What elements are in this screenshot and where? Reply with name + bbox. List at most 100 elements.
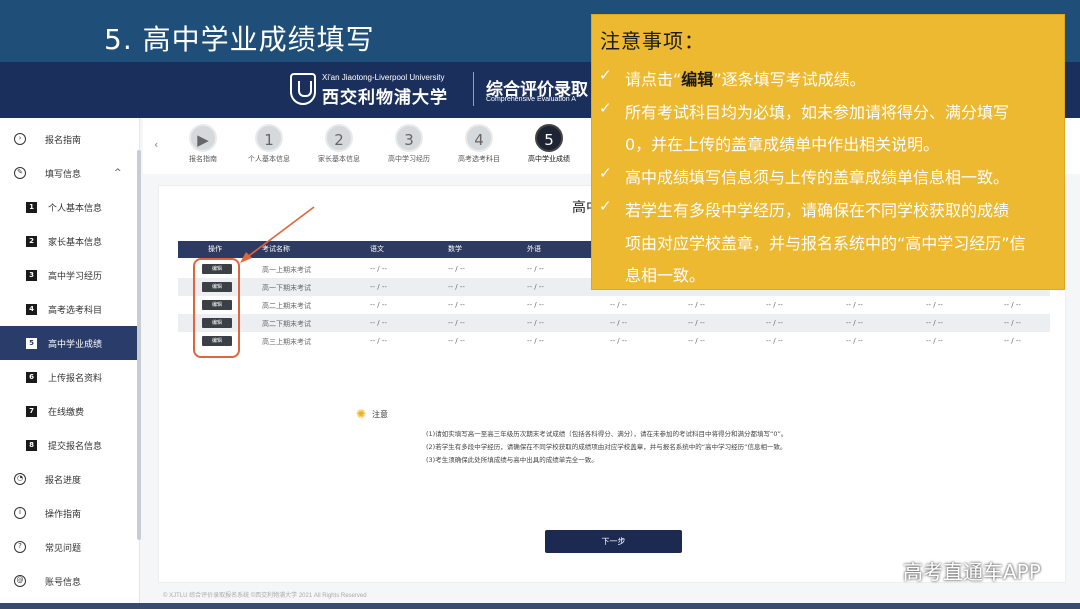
score-cell: -- / -- [527,301,544,309]
column-header-math: 数学 [448,245,462,253]
step-label: 高考选考科目 [458,155,500,163]
column-header-chinese: 语文 [370,245,384,253]
exam-name-cell: 高一下期末考试 [262,284,311,292]
sidebar-item-label: 在线缴费 [48,407,85,418]
check-icon: ✓ [599,164,612,182]
sidebar-item-submit-info[interactable]: 8 提交报名信息 [0,428,140,462]
notice-item-continued: 项由对应学校盖章，并与报名系统中的“高中学习经历”信 [625,234,1026,253]
sidebar-item-fill-info[interactable]: ✎ 填写信息 ^ [0,156,140,190]
score-cell: -- / -- [370,301,387,309]
step-number-badge: 5 [26,337,37,349]
university-logo-icon [290,73,316,105]
score-cell: -- / -- [688,301,705,309]
check-icon: ✓ [599,66,612,84]
step-parent-info[interactable]: 2 家长基本信息 [309,124,369,164]
sidebar-item-account[interactable]: @ 账号信息 [0,564,140,598]
note-line: (2)若学生有多段中学经历，请确保在不同学校获取的成绩项由对应学校盖章，并与报名… [426,443,787,451]
note-line: (3)考生须确保此处所填成绩与高中出具的成绩单完全一致。 [426,456,598,464]
sidebar-item-operation-guide[interactable]: i 操作指南 [0,496,140,530]
account-icon: @ [14,575,26,587]
sidebar-item-upload-materials[interactable]: 6 上传报名资料 [0,360,140,394]
sidebar-item-label: 高考选考科目 [48,305,103,316]
exam-name-cell: 高二下期末考试 [262,320,311,328]
sidebar-item-academic-scores[interactable]: 5 高中学业成绩 [0,326,140,360]
header-divider [473,72,474,106]
sidebar-item-label: 高中学业成绩 [48,339,103,350]
note-title: 注意 [372,410,388,419]
score-cell: -- / -- [926,301,943,309]
annotation-arrow-icon [240,206,315,263]
sidebar-item-parent-info[interactable]: 2 家长基本信息 [0,224,140,258]
score-cell: -- / -- [448,337,465,345]
edit-column-highlight [193,258,240,358]
score-cell: -- / -- [370,319,387,327]
guide-icon: i [14,507,26,519]
score-cell: -- / -- [610,337,627,345]
step-guide[interactable]: ▶ 报名指南 [173,124,233,164]
score-cell: -- / -- [527,265,544,273]
check-icon: ✓ [599,99,612,117]
step-number-badge: 1 [26,201,37,213]
step-exam-subjects[interactable]: 4 高考选考科目 [449,124,509,164]
step-number-badge: 7 [26,405,37,417]
next-step-button[interactable]: 下一步 [545,530,682,553]
step-number-badge: 8 [26,439,37,451]
step-number: 3 [395,124,423,152]
score-cell: -- / -- [688,337,705,345]
step-number: 5 [535,124,563,152]
sidebar-item-label: 家长基本信息 [48,237,103,248]
notice-item: 所有考试科目均为必填，如未参加请将得分、满分填写 [625,103,1010,122]
sidebar-item-school-history[interactable]: 3 高中学习经历 [0,258,140,292]
exam-name-cell: 高二上期末考试 [262,302,311,310]
score-cell: -- / -- [448,265,465,273]
step-label: 高中学习经历 [388,155,430,163]
step-personal-info[interactable]: 1 个人基本信息 [239,124,299,164]
sidebar-item-label: 报名指南 [45,135,82,146]
sidebar-item-label: 报名进度 [45,475,82,486]
edit-icon: ✎ [14,167,26,179]
sidebar-item-guide[interactable]: › 报名指南 [0,122,140,156]
sidebar-item-exam-subjects[interactable]: 4 高考选考科目 [0,292,140,326]
exam-name-cell: 高三上期末考试 [262,338,311,346]
note-line: (1)请如实填写高一至高三年级历次期末考试成绩（包括各科得分、满分），请在未参加… [426,430,788,438]
sidebar-item-personal-info[interactable]: 1 个人基本信息 [0,190,140,224]
sidebar-item-faq[interactable]: ? 常见问题 [0,530,140,564]
system-name-en: Comprehensive Evaluation A [486,96,576,103]
score-cell: -- / -- [370,265,387,273]
sidebar-item-online-payment[interactable]: 7 在线缴费 [0,394,140,428]
step-number: 4 [465,124,493,152]
sidebar: › 报名指南 ✎ 填写信息 ^ 1 个人基本信息 2 家长基本信息 3 高中学习… [0,118,140,609]
play-icon: ▶ [189,124,217,152]
score-cell: -- / -- [370,337,387,345]
notice-item-continued: 0，并在上传的盖章成绩单中作出相关说明。 [625,135,940,154]
score-cell: -- / -- [370,283,387,291]
score-cell: -- / -- [527,337,544,345]
sidebar-item-progress[interactable]: ◔ 报名进度 [0,462,140,496]
notice-item-continued: 息相一致。 [625,266,706,285]
score-cell: -- / -- [688,319,705,327]
sidebar-item-label: 提交报名信息 [48,441,103,452]
sidebar-item-label: 上传报名资料 [48,373,103,384]
score-cell: -- / -- [1004,337,1021,345]
score-cell: -- / -- [610,301,627,309]
step-academic-scores[interactable]: 5 高中学业成绩 [519,124,579,164]
chevron-up-icon: ^ [114,168,122,178]
score-cell: -- / -- [527,319,544,327]
bottom-strip [0,603,1080,609]
lightbulb-icon: ✺ [356,407,367,421]
score-cell: -- / -- [766,337,783,345]
notice-text: 请点击“ [625,70,682,89]
score-cell: -- / -- [1004,301,1021,309]
step-label: 报名指南 [189,155,217,163]
score-cell: -- / -- [448,319,465,327]
score-cell: -- / -- [766,301,783,309]
score-cell: -- / -- [846,337,863,345]
step-number-badge: 4 [26,303,37,315]
university-name-en: Xi'an Jiaotong-Liverpool University [322,73,445,82]
score-cell: -- / -- [1004,319,1021,327]
steps-prev-arrow-icon[interactable]: ‹ [154,138,158,151]
step-school-history[interactable]: 3 高中学习经历 [379,124,439,164]
university-name-cn: 西交利物浦大学 [322,88,448,108]
notice-item: 请点击“编辑”逐条填写考试成绩。 [625,66,866,90]
sidebar-scrollbar[interactable] [137,150,141,540]
